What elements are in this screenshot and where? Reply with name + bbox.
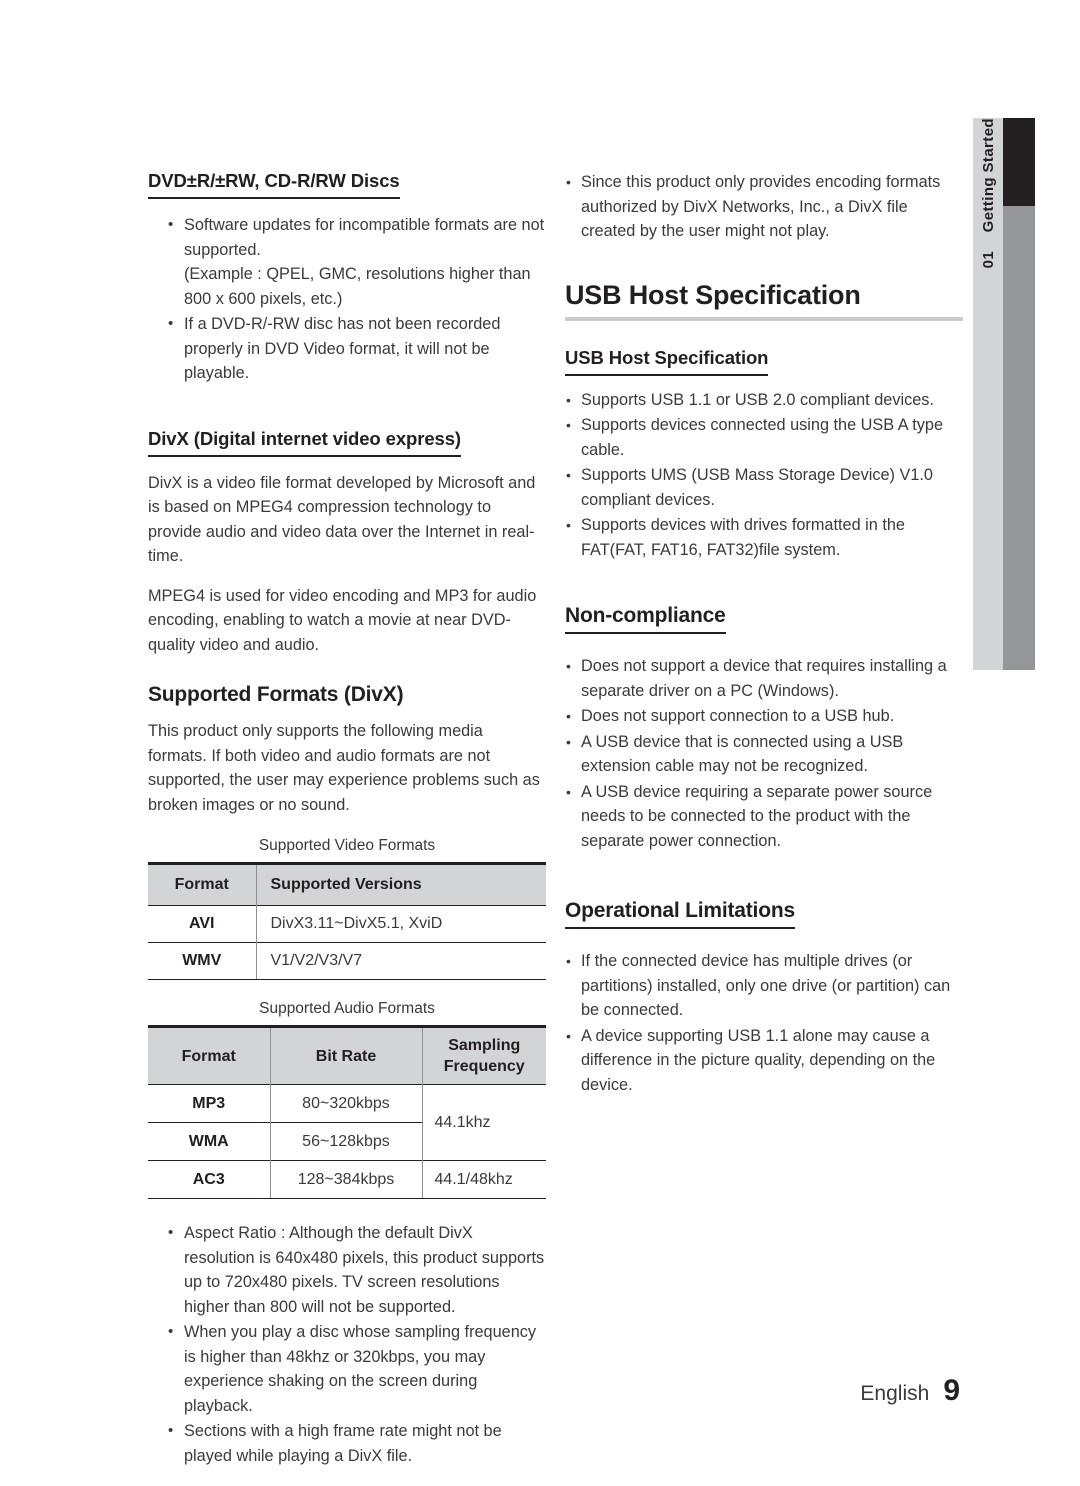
operational-bullet-0: If the connected device has multiple dri… [581, 952, 951, 1019]
audio-row-0-sampling: 44.1khz [422, 1084, 546, 1161]
audio-col-header-sampling-line2: Frequency [443, 1058, 525, 1075]
chapter-side-tab: 01 Getting Started [973, 118, 1035, 670]
left-column: DVD±R/±RW, CD-R/RW Discs Software update… [148, 170, 546, 1484]
divx-top-bullet-list: Since this product only provides encodin… [565, 170, 963, 244]
disc-bullet-0-note: (Example : QPEL, GMC, resolutions higher… [184, 265, 531, 308]
side-tab-label: Getting Started [979, 118, 997, 233]
table-row: MP3 80~320kbps 44.1khz [148, 1084, 546, 1161]
operational-bullet-list: If the connected device has multiple dri… [565, 949, 963, 1097]
list-item: Does not support connection to a USB hub… [565, 704, 963, 729]
video-col-header-format: Format [148, 862, 256, 906]
noncompliance-bullet-list: Does not support a device that requires … [565, 654, 963, 853]
audio-col-header-bitrate: Bit Rate [269, 1025, 422, 1085]
supported-video-formats-table: Format Supported Versions AVI DivX3.11~D… [148, 862, 546, 980]
divx-paragraph-0: DivX is a video file format developed by… [148, 473, 536, 566]
closing-bullet-1: When you play a disc whose sampling freq… [184, 1323, 537, 1415]
noncompliance-bullet-3: A USB device requiring a separate power … [581, 782, 933, 850]
closing-bullet-2: Sections with a high frame rate might no… [184, 1422, 502, 1465]
disc-bullet-list: Software updates for incompatible format… [148, 213, 546, 386]
usb-sub-heading-wrap: USB Host Specification [565, 347, 963, 376]
audio-col-header-sampling: Sampling Frequency [421, 1025, 546, 1085]
audio-row-0-format: MP3 [148, 1084, 270, 1123]
list-item: When you play a disc whose sampling freq… [148, 1320, 546, 1418]
video-row-1-format: WMV [148, 942, 256, 980]
operational-bullet-1: A device supporting USB 1.1 alone may ca… [581, 1026, 936, 1094]
footer-language: English [860, 1382, 930, 1405]
table-row: WMV V1/V2/V3/V7 [148, 942, 546, 980]
closing-bullet-list: Aspect Ratio : Although the default DivX… [148, 1221, 546, 1468]
audio-row-2-format: AC3 [148, 1160, 270, 1199]
noncompliance-heading: Non-compliance [565, 604, 726, 634]
list-item: Supports UMS (USB Mass Storage Device) V… [565, 463, 963, 512]
audio-row-2-bitrate: 128~384kbps [269, 1160, 423, 1199]
list-item: Software updates for incompatible format… [148, 213, 546, 311]
list-item: A USB device requiring a separate power … [565, 780, 963, 854]
usb-bullet-1: Supports devices connected using the USB… [581, 416, 944, 459]
operational-limitations-heading: Operational Limitations [565, 899, 795, 929]
video-row-0-format: AVI [148, 905, 256, 943]
table-row: AC3 128~384kbps 44.1/48khz [148, 1160, 546, 1199]
usb-bullet-list: Supports USB 1.1 or USB 2.0 compliant de… [565, 388, 963, 563]
noncompliance-bullet-0: Does not support a device that requires … [581, 657, 947, 700]
list-item: Supports devices with drives formatted i… [565, 513, 963, 562]
list-item: Since this product only provides encodin… [565, 170, 963, 244]
usb-bullet-3: Supports devices with drives formatted i… [581, 516, 905, 559]
side-tab-dark-block [1003, 118, 1035, 206]
audio-row-0-bitrate: 80~320kbps [269, 1084, 423, 1123]
divx-top-bullet: Since this product only provides encodin… [581, 173, 941, 240]
usb-bullet-0: Supports USB 1.1 or USB 2.0 compliant de… [581, 390, 934, 409]
list-item: Sections with a high frame rate might no… [148, 1419, 546, 1468]
footer-page-number: 9 [943, 1374, 960, 1407]
table-header-row: Format Supported Versions [148, 862, 546, 906]
list-item: If the connected device has multiple dri… [565, 949, 963, 1023]
audio-row-2-sampling: 44.1/48khz [422, 1160, 546, 1199]
usb-bullet-2: Supports UMS (USB Mass Storage Device) V… [581, 466, 933, 509]
noncompliance-bullet-1: Does not support connection to a USB hub… [581, 707, 895, 725]
closing-bullet-0: Aspect Ratio : Although the default DivX… [184, 1224, 545, 1316]
list-item: A USB device that is connected using a U… [565, 730, 963, 779]
video-table-caption: Supported Video Formats [258, 837, 436, 854]
list-item: Supports USB 1.1 or USB 2.0 compliant de… [565, 388, 963, 413]
audio-col-header-format: Format [148, 1025, 270, 1085]
supported-formats-intro: This product only supports the following… [148, 722, 540, 814]
usb-sub-heading: USB Host Specification [565, 347, 768, 376]
video-row-0-versions: DivX3.11~DivX5.1, XviD [255, 905, 546, 943]
video-row-1-versions: V1/V2/V3/V7 [255, 942, 546, 980]
list-item: Does not support a device that requires … [565, 654, 963, 703]
disc-bullet-0-text: Software updates for incompatible format… [184, 216, 545, 259]
manual-page: 01 Getting Started DVD±R/±RW, CD-R/RW Di… [0, 0, 1080, 1486]
side-tab-gray-block [1003, 206, 1035, 670]
disc-heading-wrap: DVD±R/±RW, CD-R/RW Discs [148, 170, 546, 199]
list-item: Aspect Ratio : Although the default DivX… [148, 1221, 546, 1319]
audio-row-1-bitrate: 56~128kbps [269, 1122, 423, 1161]
list-item: A device supporting USB 1.1 alone may ca… [565, 1024, 963, 1098]
section-title-rule [565, 316, 963, 321]
supported-formats-heading: Supported Formats (DivX) [148, 683, 404, 706]
page-title: USB Host Specification [565, 279, 861, 310]
divx-heading-wrap: DivX (Digital internet video express) [148, 428, 546, 457]
right-column: Since this product only provides encodin… [565, 170, 963, 1113]
audio-table-caption: Supported Audio Formats [259, 1000, 435, 1017]
audio-col-header-sampling-line1: Sampling [448, 1037, 521, 1054]
table-row: AVI DivX3.11~DivX5.1, XviD [148, 905, 546, 943]
page-footer: English 9 [860, 1374, 960, 1408]
video-col-header-versions: Supported Versions [255, 862, 546, 906]
disc-bullet-1-text: If a DVD-R/-RW disc has not been recorde… [184, 315, 501, 382]
divx-heading: DivX (Digital internet video express) [148, 428, 461, 457]
noncompliance-bullet-2: A USB device that is connected using a U… [581, 732, 904, 776]
side-tab-text-wrap: 01 Getting Started [973, 118, 1003, 670]
table-header-row: Format Bit Rate Sampling Frequency [148, 1025, 546, 1085]
list-item: If a DVD-R/-RW disc has not been recorde… [148, 312, 546, 386]
supported-audio-formats-table: Format Bit Rate Sampling Frequency MP3 8… [148, 1025, 546, 1199]
disc-heading: DVD±R/±RW, CD-R/RW Discs [148, 170, 400, 199]
list-item: Supports devices connected using the USB… [565, 413, 963, 462]
side-tab-number: 01 [979, 250, 997, 269]
audio-row-1-format: WMA [148, 1122, 270, 1161]
divx-paragraph-1: MPEG4 is used for video encoding and MP3… [148, 586, 537, 654]
